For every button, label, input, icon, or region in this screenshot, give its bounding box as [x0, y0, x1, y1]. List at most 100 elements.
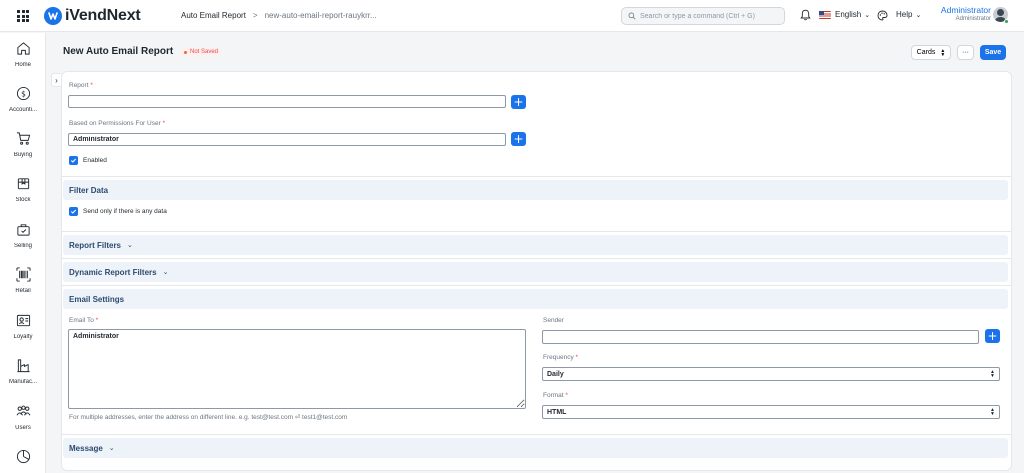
section-title: Email Settings	[69, 294, 125, 304]
search-input[interactable]	[640, 12, 780, 20]
required-mark: *	[90, 82, 93, 89]
sidebar-item-home[interactable]: Home	[0, 41, 46, 68]
permissions-field-label: Based on Permissions For User *	[69, 120, 165, 127]
sidebar-item-label: Users	[15, 425, 31, 431]
report-input[interactable]	[68, 95, 506, 108]
send-only-if-data-checkbox[interactable]	[69, 207, 78, 216]
email-to-help-text: For multiple addresses, enter the addres…	[69, 414, 348, 421]
sidebar: Home $ Accounti... Buying Stock Selling …	[0, 33, 46, 473]
email-to-textarea[interactable]: Administrator	[68, 329, 526, 409]
help-label: Help	[896, 10, 913, 19]
breadcrumb-auto-email-report[interactable]: Auto Email Report	[181, 11, 246, 20]
search-box[interactable]	[621, 7, 785, 25]
email-to-field-label: Email To *	[69, 317, 98, 324]
status-label: Not Saved	[190, 49, 219, 55]
permissions-label-text: Based on Permissions For User	[69, 120, 161, 127]
palette-icon[interactable]	[877, 10, 888, 21]
format-value: HTML	[547, 408, 567, 416]
brand[interactable]: iVendNext	[44, 6, 141, 26]
sidebar-item-label: Manufac...	[8, 379, 37, 385]
section-title: Dynamic Report Filters	[69, 267, 157, 277]
chart-pie-icon	[16, 449, 30, 464]
sidebar-item-label: Accounti...	[8, 107, 37, 113]
sidebar-item-label: Selling	[13, 243, 32, 249]
dollar-icon: $	[16, 86, 30, 101]
frequency-field-label: Frequency *	[543, 354, 578, 361]
more-actions-button[interactable]: ···	[957, 45, 974, 60]
format-label-text: Format	[543, 392, 564, 399]
save-button[interactable]: Save	[980, 45, 1006, 60]
format-select[interactable]: HTML ▲ ▼	[542, 405, 1000, 419]
top-navbar: iVendNext Auto Email Report > new-auto-e…	[0, 0, 1024, 32]
sidebar-item-label: Home	[14, 62, 31, 68]
chevron-down-icon: ⌄	[864, 11, 871, 19]
help-menu[interactable]: Help ⌄	[896, 10, 921, 19]
bell-icon[interactable]	[800, 9, 811, 21]
sidebar-item-buying[interactable]: Buying	[0, 131, 46, 158]
required-mark: *	[575, 354, 579, 361]
brand-logo-icon	[44, 7, 62, 25]
section-divider	[62, 231, 1011, 232]
status-dot	[184, 50, 187, 54]
updown-arrows-icon: ▲ ▼	[940, 47, 946, 58]
updown-arrows-icon: ▲ ▼	[990, 369, 995, 379]
box-icon	[17, 178, 29, 190]
section-divider	[62, 285, 1011, 286]
format-field-label: Format *	[543, 392, 568, 399]
add-report-button[interactable]: +	[511, 95, 526, 109]
language-label: English	[835, 10, 862, 19]
updown-arrows-icon: ▲ ▼	[990, 407, 995, 417]
breadcrumb-separator: >	[252, 11, 258, 20]
loyalty-card-icon	[16, 314, 30, 327]
sidebar-item-label: Buying	[13, 152, 33, 158]
sidebar-item-accounting[interactable]: $ Accounti...	[0, 86, 46, 113]
sidebar-item-stock[interactable]: Stock	[0, 176, 46, 203]
chevron-down-icon: ⌄	[915, 11, 922, 19]
sidebar-item-retail[interactable]: Retail	[0, 267, 46, 294]
sidebar-item-label: Loyalty	[13, 334, 33, 340]
add-user-button[interactable]: +	[511, 132, 526, 146]
language-selector[interactable]: English ⌄	[819, 10, 870, 19]
chevron-down-icon: ⌄	[127, 242, 133, 249]
sidebar-item-label: Stock	[15, 197, 31, 203]
apps-grid-icon[interactable]	[17, 10, 29, 22]
status-badge: Not Saved	[181, 48, 222, 56]
permissions-user-input[interactable]	[68, 133, 506, 146]
frequency-select[interactable]: Daily ▲ ▼	[542, 367, 1000, 381]
add-sender-button[interactable]: +	[985, 329, 1000, 343]
enabled-checkbox[interactable]	[69, 156, 78, 165]
sidebar-item-reports[interactable]	[0, 449, 46, 464]
section-dynamic-report-filters[interactable]: Dynamic Report Filters ⌄	[63, 262, 1008, 282]
frequency-label-text: Frequency	[543, 354, 574, 361]
report-field-label: Report *	[69, 82, 93, 89]
sender-input[interactable]	[542, 330, 979, 344]
sidebar-item-manufacturing[interactable]: Manufac...	[0, 358, 46, 385]
required-mark: *	[95, 317, 99, 324]
brand-name: iVendNext	[65, 7, 141, 24]
check-icon	[70, 158, 77, 163]
section-report-filters[interactable]: Report Filters ⌄	[63, 235, 1008, 255]
breadcrumb: Auto Email Report > new-auto-email-repor…	[181, 11, 377, 20]
required-mark: *	[565, 392, 568, 399]
report-label-text: Report	[69, 82, 89, 89]
section-filter-data: Filter Data	[63, 180, 1008, 200]
home-icon	[16, 42, 30, 55]
email-to-label-text: Email To	[69, 317, 94, 324]
plus-icon: +	[987, 329, 998, 343]
sidebar-item-selling[interactable]: Selling	[0, 222, 46, 249]
cards-button[interactable]: Cards ▲ ▼	[911, 45, 951, 60]
sidebar-item-users[interactable]: Users	[0, 404, 46, 431]
barcode-icon	[15, 267, 31, 282]
user-info[interactable]: Administrator Administrator	[922, 5, 991, 22]
send-only-if-data-label: Send only if there is any data	[83, 208, 167, 215]
user-role: Administrator	[955, 16, 991, 22]
cart-icon	[16, 132, 30, 145]
plus-icon: +	[513, 132, 524, 146]
section-divider	[62, 176, 1011, 177]
check-icon	[70, 209, 77, 214]
sidebar-item-loyalty[interactable]: Loyalty	[0, 313, 46, 340]
sidebar-toggle-chevron-right-icon[interactable]: ›	[51, 73, 61, 87]
section-title: Message	[69, 443, 103, 453]
section-divider	[62, 434, 1011, 435]
section-message[interactable]: Message ⌄	[63, 438, 1008, 458]
